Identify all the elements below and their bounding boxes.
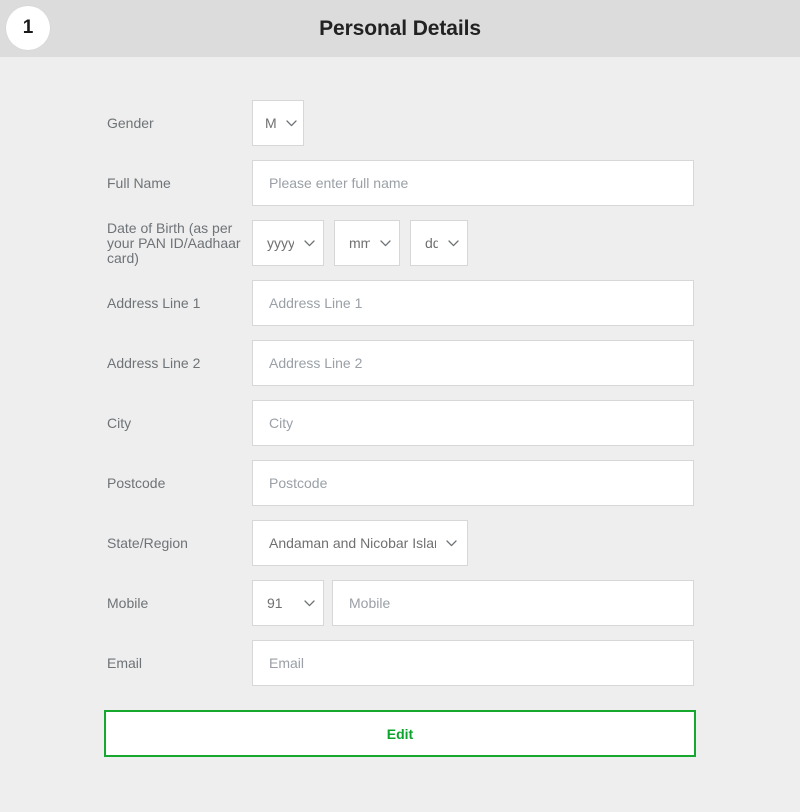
postcode-input[interactable]: Postcode <box>252 460 694 506</box>
step-badge: 1 <box>6 6 50 50</box>
label-date-of-birth: Date of Birth (as per your PAN ID/Aadhaa… <box>107 219 241 266</box>
label-full-name: Full Name <box>107 174 171 191</box>
page-title: Personal Details <box>319 16 481 40</box>
label-postcode: Postcode <box>107 474 166 491</box>
address-line-2-input[interactable]: Address Line 2 <box>252 340 694 386</box>
step-number: 1 <box>22 17 34 38</box>
email-input[interactable]: Email <box>252 640 694 686</box>
chevron-down-icon <box>304 239 315 246</box>
section-header: 1 Personal Details <box>0 0 800 57</box>
form-row-state-region: State/Region Andaman and Nicobar Islands <box>0 513 800 573</box>
form-row-postcode: Postcode Postcode <box>0 453 800 513</box>
dob-year-value: yyyy <box>267 235 294 251</box>
form-row-address-line-1: Address Line 1 Address Line 1 <box>0 273 800 333</box>
email-placeholder: Email <box>269 655 305 671</box>
form-row-date-of-birth: Date of Birth (as per your PAN ID/Aadhaa… <box>0 213 800 273</box>
form-row-address-line-2: Address Line 2 Address Line 2 <box>0 333 800 393</box>
control-full-name: Please enter full name <box>252 160 694 206</box>
form-row-city: City City <box>0 393 800 453</box>
chevron-down-icon <box>446 539 457 546</box>
city-input[interactable]: City <box>252 400 694 446</box>
control-mobile: 91 Mobile <box>252 580 694 626</box>
address-line-2-placeholder: Address Line 2 <box>269 355 363 371</box>
state-region-select[interactable]: Andaman and Nicobar Islands <box>252 520 468 566</box>
chevron-down-icon <box>448 239 459 246</box>
chevron-down-icon <box>380 239 391 246</box>
mobile-country-code-value: 91 <box>267 595 283 611</box>
state-region-value: Andaman and Nicobar Islands <box>269 535 436 551</box>
chevron-down-icon <box>286 119 297 126</box>
label-state-region: State/Region <box>107 534 188 551</box>
control-email: Email <box>252 640 694 686</box>
mobile-country-code-select[interactable]: 91 <box>252 580 324 626</box>
city-placeholder: City <box>269 415 294 431</box>
full-name-input[interactable]: Please enter full name <box>252 160 694 206</box>
postcode-placeholder: Postcode <box>269 475 328 491</box>
label-city: City <box>107 414 132 431</box>
control-address-line-1: Address Line 1 <box>252 280 694 326</box>
dob-month-value: mm <box>349 235 370 251</box>
control-postcode: Postcode <box>252 460 694 506</box>
form-row-mobile: Mobile 91 Mobile <box>0 573 800 633</box>
personal-details-form: Gender M Full Name Please enter full nam… <box>0 93 800 757</box>
label-gender: Gender <box>107 114 154 131</box>
control-state-region: Andaman and Nicobar Islands <box>252 520 468 566</box>
form-row-email: Email Email <box>0 633 800 693</box>
form-row-full-name: Full Name Please enter full name <box>0 153 800 213</box>
chevron-down-icon <box>304 599 315 606</box>
control-date-of-birth: yyyy mm dd <box>252 220 468 266</box>
address-line-1-placeholder: Address Line 1 <box>269 295 363 311</box>
control-address-line-2: Address Line 2 <box>252 340 694 386</box>
label-mobile: Mobile <box>107 594 149 611</box>
mobile-number-input[interactable]: Mobile <box>332 580 694 626</box>
gender-select-value: M <box>265 115 276 131</box>
full-name-placeholder: Please enter full name <box>269 175 409 191</box>
label-address-line-2: Address Line 2 <box>107 354 201 371</box>
mobile-number-placeholder: Mobile <box>349 595 391 611</box>
dob-month-select[interactable]: mm <box>334 220 400 266</box>
control-gender: M <box>252 100 304 146</box>
edit-button[interactable]: Edit <box>104 710 696 757</box>
control-city: City <box>252 400 694 446</box>
form-row-gender: Gender M <box>0 93 800 153</box>
address-line-1-input[interactable]: Address Line 1 <box>252 280 694 326</box>
label-address-line-1: Address Line 1 <box>107 294 201 311</box>
dob-year-select[interactable]: yyyy <box>252 220 324 266</box>
dob-day-select[interactable]: dd <box>410 220 468 266</box>
edit-button-container: Edit <box>0 710 800 757</box>
dob-day-value: dd <box>425 235 438 251</box>
gender-select[interactable]: M <box>252 100 304 146</box>
label-email: Email <box>107 654 143 671</box>
